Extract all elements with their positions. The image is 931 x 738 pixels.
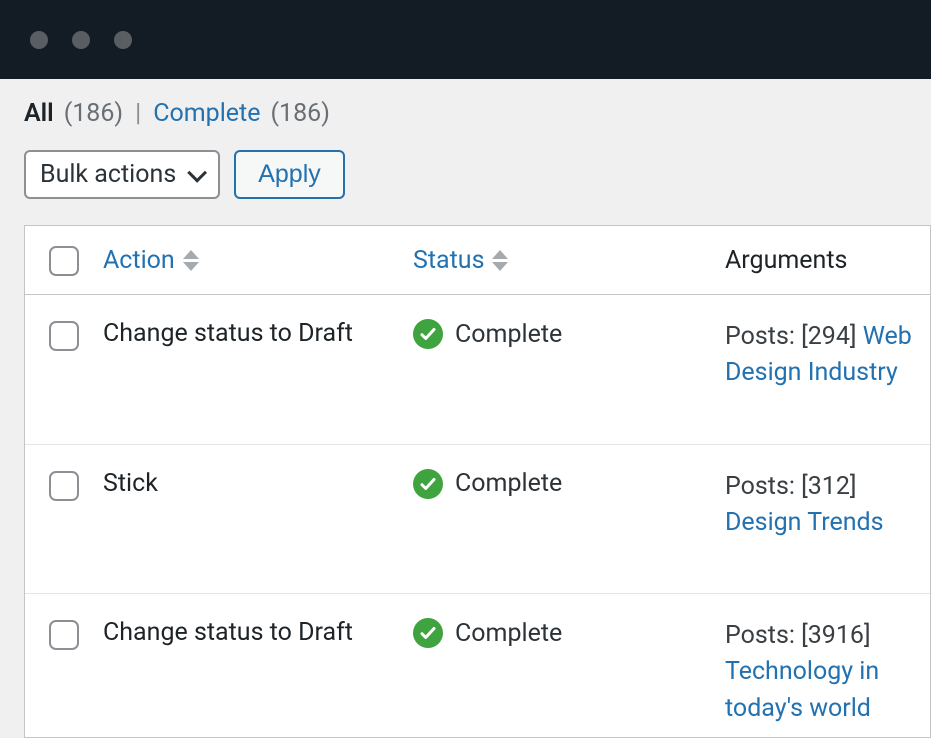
select-all-checkbox[interactable] (49, 246, 79, 276)
check-circle-icon (413, 618, 443, 648)
table-row: Change status to Draft Complete Posts: [… (25, 594, 930, 737)
sort-icon (183, 250, 199, 271)
window-titlebar (0, 0, 931, 79)
filter-all-count: (186) (64, 99, 123, 128)
check-circle-icon (413, 319, 443, 349)
column-header-status-label: Status (413, 246, 484, 275)
row-action: Change status to Draft (103, 319, 413, 348)
row-arguments: Posts: [294] Web Design Industry (725, 319, 930, 392)
traffic-light-minimize[interactable] (72, 31, 90, 49)
post-link[interactable]: Technology in today's world (725, 657, 879, 722)
chevron-down-icon (187, 162, 207, 182)
row-action: Change status to Draft (103, 618, 413, 647)
traffic-light-zoom[interactable] (114, 31, 132, 49)
actions-table: Action Status Arguments Change status (24, 225, 931, 738)
row-arguments: Posts: [312] Design Trends (725, 469, 930, 542)
row-checkbox[interactable] (49, 620, 79, 650)
column-header-action-label: Action (103, 246, 175, 275)
column-header-status[interactable]: Status (413, 246, 508, 275)
row-arguments: Posts: [3916] Technology in today's worl… (725, 618, 930, 727)
args-prefix: Posts: [294] (725, 322, 863, 351)
table-header-row: Action Status Arguments (25, 226, 930, 295)
args-prefix: Posts: [3916] (725, 621, 871, 650)
sort-icon (492, 250, 508, 271)
bulk-actions-select[interactable]: Bulk actions (24, 150, 220, 199)
row-status-label: Complete (455, 320, 562, 349)
row-checkbox[interactable] (49, 471, 79, 501)
args-prefix: Posts: [312] (725, 472, 857, 501)
status-filter-bar: All (186) | Complete (186) (24, 99, 931, 128)
filter-complete-count: (186) (270, 99, 329, 128)
filter-separator: | (135, 99, 141, 128)
row-checkbox[interactable] (49, 321, 79, 351)
post-link[interactable]: Design Trends (725, 508, 884, 537)
row-status: Complete (413, 469, 725, 499)
bulk-actions-label: Bulk actions (40, 160, 176, 189)
row-status-label: Complete (455, 469, 562, 498)
traffic-light-close[interactable] (30, 31, 48, 49)
row-status: Complete (413, 618, 725, 648)
row-status-label: Complete (455, 619, 562, 648)
row-action: Stick (103, 469, 413, 498)
filter-all[interactable]: All (24, 99, 54, 128)
row-status: Complete (413, 319, 725, 349)
table-row: Change status to Draft Complete Posts: [… (25, 295, 930, 445)
column-header-action[interactable]: Action (103, 246, 199, 275)
apply-button[interactable]: Apply (234, 150, 345, 199)
bulk-toolbar: Bulk actions Apply (24, 150, 931, 199)
check-circle-icon (413, 469, 443, 499)
filter-complete[interactable]: Complete (153, 99, 260, 128)
column-header-arguments: Arguments (725, 246, 930, 275)
table-row: Stick Complete Posts: [312] Design Trend… (25, 445, 930, 595)
